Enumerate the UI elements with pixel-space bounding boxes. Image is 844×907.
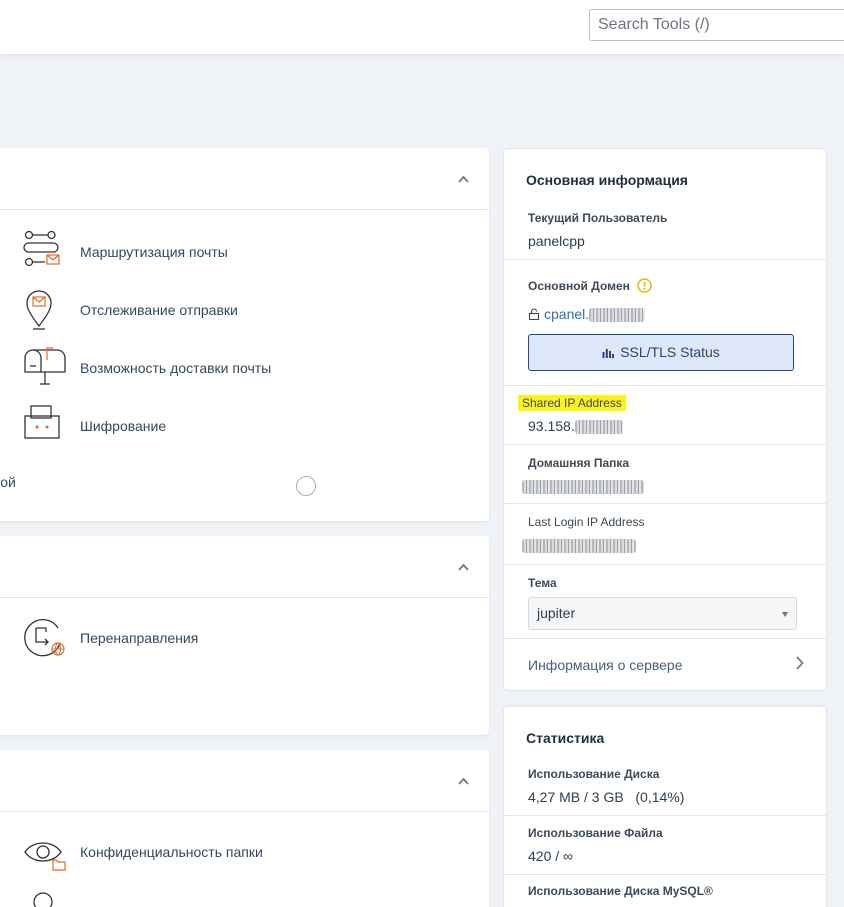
- tool-label[interactable]: Перенаправления: [80, 630, 198, 646]
- domain-text[interactable]: cpanel.: [544, 306, 589, 322]
- chevron-up-icon[interactable]: [458, 174, 469, 185]
- shared-ip-value: 93.158.: [528, 418, 623, 435]
- tool-label[interactable]: Маршрутизация почты: [80, 244, 228, 260]
- tool-label[interactable]: Шифрование: [80, 418, 166, 434]
- file-usage-value: 420 / ∞: [528, 848, 574, 864]
- partial-tool-label: той: [0, 474, 16, 490]
- mysql-usage-label: Использование Диска MySQL®: [528, 884, 713, 898]
- divider: [504, 503, 826, 504]
- current-user-label: Текущий Пользователь: [528, 211, 668, 225]
- theme-select[interactable]: jupiter: [528, 597, 797, 630]
- ip-text: 93.158.: [528, 418, 575, 434]
- panel-header[interactable]: [0, 148, 489, 210]
- tool-email-deliverability[interactable]: Возможность доставки почты: [0, 346, 414, 396]
- shared-ip-label: Shared IP Address: [518, 395, 626, 411]
- tool-label[interactable]: Возможность доставки почты: [80, 360, 271, 376]
- theme-label: Тема: [528, 576, 557, 590]
- tool-email-routing[interactable]: Маршрутизация почты: [0, 230, 414, 280]
- tool-directory-privacy[interactable]: Конфиденциальность папки: [0, 830, 414, 880]
- primary-domain-label-text: Основной Домен: [528, 279, 630, 293]
- server-info-link[interactable]: Информация о сервере: [528, 657, 683, 673]
- divider: [504, 564, 826, 565]
- redacted-text: [522, 480, 644, 495]
- chevron-up-icon[interactable]: [458, 562, 469, 573]
- chevron-right-icon[interactable]: [795, 656, 804, 675]
- directory-privacy-icon: [23, 830, 67, 874]
- caret-down-icon: [782, 612, 788, 617]
- tool-label[interactable]: Отслеживание отправки: [80, 302, 238, 318]
- mailbox-icon: [23, 346, 67, 390]
- forwarders-panel: Перенаправления: [0, 536, 489, 735]
- search-tools-input[interactable]: [589, 9, 844, 41]
- card-title: Основная информация: [526, 172, 688, 188]
- disk-usage-value: 4,27 MB / 3 GB (0,14%): [528, 789, 684, 805]
- encryption-icon: [23, 404, 67, 448]
- theme-select-value: jupiter: [537, 605, 576, 621]
- loading-spinner-icon: [296, 476, 316, 496]
- divider: [504, 444, 826, 445]
- ssl-button-label: SSL/TLS Status: [620, 344, 720, 360]
- redacted-text: [589, 308, 646, 323]
- divider: [504, 385, 826, 386]
- panel-header[interactable]: [0, 536, 489, 598]
- redacted-text: [574, 420, 623, 435]
- home-dir-value: [522, 478, 644, 495]
- track-delivery-icon: [23, 288, 67, 332]
- primary-domain-label: Основной Домен: [528, 278, 653, 296]
- disk-usage-label: Использование Диска: [528, 767, 660, 781]
- forwarders-icon: [23, 616, 67, 660]
- tool-forwarders[interactable]: Перенаправления: [0, 616, 414, 666]
- card-title: Статистика: [526, 730, 605, 746]
- divider: [504, 638, 826, 639]
- divider: [504, 815, 826, 816]
- mail-routing-icon: [23, 230, 67, 274]
- statistics-card: Статистика Использование Диска 4,27 MB /…: [503, 706, 827, 907]
- ftp-icon: [23, 890, 67, 907]
- disk-usage-amount: 4,27 MB / 3 GB: [528, 789, 624, 805]
- divider: [504, 874, 826, 875]
- disk-usage-percent: (0,14%): [635, 789, 685, 805]
- tool-label[interactable]: Конфиденциальность папки: [80, 844, 263, 860]
- general-info-card: Основная информация Текущий Пользователь…: [503, 148, 827, 691]
- redacted-text: [522, 539, 636, 554]
- primary-domain-value[interactable]: cpanel.: [528, 306, 646, 323]
- top-bar: [0, 0, 844, 55]
- warning-icon[interactable]: [637, 278, 653, 296]
- home-dir-label: Домашняя Папка: [528, 456, 630, 470]
- file-usage-label: Использование Файла: [528, 826, 663, 840]
- current-user-value: panelcpp: [528, 233, 585, 249]
- panel-header[interactable]: [0, 750, 489, 812]
- tool-encryption[interactable]: Шифрование: [0, 404, 414, 454]
- email-tools-panel: Маршрутизация почты Отслеживание отправк…: [0, 148, 489, 521]
- last-login-ip-value: [522, 537, 636, 554]
- shared-ip-label-text: Shared IP Address: [518, 395, 626, 411]
- bar-chart-icon: [602, 336, 615, 371]
- tool-partial[interactable]: [0, 890, 414, 907]
- chevron-up-icon[interactable]: [458, 776, 469, 787]
- divider: [504, 259, 826, 260]
- ssl-tls-status-button[interactable]: SSL/TLS Status: [528, 334, 794, 371]
- last-login-ip-label: Last Login IP Address: [528, 515, 645, 529]
- files-panel: Конфиденциальность папки: [0, 750, 489, 907]
- unlock-icon: [528, 307, 540, 323]
- tool-track-delivery[interactable]: Отслеживание отправки: [0, 288, 414, 338]
